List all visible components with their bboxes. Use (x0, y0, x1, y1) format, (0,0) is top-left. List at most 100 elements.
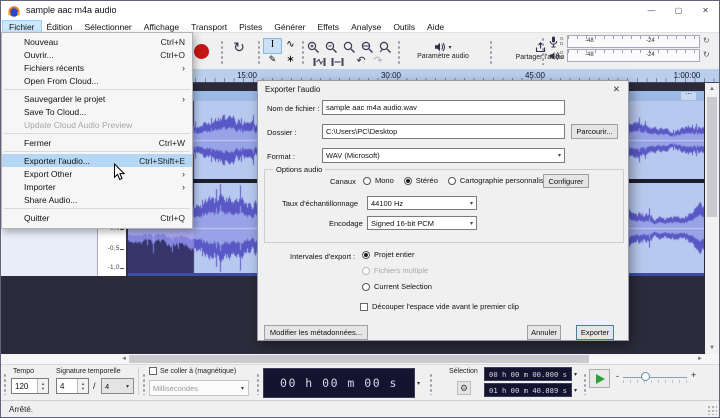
horizontal-scroll-thumb[interactable] (129, 355, 589, 363)
menu-item-fichiers-r-cents[interactable]: Fichiers récents › (2, 61, 192, 74)
menu-item-importer[interactable]: Importer › (2, 180, 192, 193)
menu-item-open-from-cloud[interactable]: Open From Cloud... (2, 74, 192, 87)
menu-item-fermer[interactable]: Fermer Ctrl+W (2, 136, 192, 149)
multi-tool-button[interactable]: ∗ (282, 54, 299, 68)
radio-option-st-r-o[interactable]: Stéréo (403, 176, 438, 185)
clip-overflow-button[interactable]: ⋯ (681, 91, 696, 100)
audio-setup-button[interactable]: ▾ Paramètre audio (402, 35, 484, 67)
zoom-out-icon[interactable] (325, 41, 338, 54)
menubar-item-édition[interactable]: Édition (41, 21, 79, 32)
snap-unit-dropdown[interactable]: Millisecondes ▾ (149, 380, 249, 396)
vertical-scrollbar[interactable]: ▲ ▼ (705, 83, 719, 354)
recording-meter[interactable]: -48 -24 (567, 35, 700, 48)
close-button[interactable]: ✕ (692, 1, 719, 21)
menu-item-quitter[interactable]: Quitter Ctrl+Q (2, 211, 192, 224)
radio-icon[interactable] (447, 176, 456, 185)
signature-lower-dropdown[interactable]: 4 ▾ (101, 378, 134, 394)
toolbar-grip[interactable] (220, 40, 225, 64)
zoom-in-icon[interactable] (307, 41, 320, 54)
snap-toggle[interactable]: Se coller à (magnétique) (149, 367, 236, 375)
selection-tool-button[interactable]: I (263, 38, 282, 54)
menu-item-nouveau[interactable]: Nouveau Ctrl+N (2, 35, 192, 48)
window-resize-grip[interactable] (707, 405, 717, 415)
menu-item-sauvegarder-le-projet[interactable]: Sauvegarder le projet › (2, 92, 192, 105)
export-button[interactable]: Exporter (576, 325, 614, 340)
filename-input[interactable]: sample aac m4a audio.wav (322, 100, 565, 115)
time-format-dropdown-icon[interactable]: ▾ (417, 380, 420, 387)
configure-button[interactable]: Configurer (543, 174, 589, 188)
radio-option-mono[interactable]: Mono (363, 176, 394, 185)
radio-icon[interactable] (403, 176, 412, 185)
menubar-item-aide[interactable]: Aide (421, 21, 450, 32)
selection-settings-gear-icon[interactable]: ⚙ (457, 381, 471, 395)
horizontal-scrollbar[interactable]: ◄ ► (1, 354, 719, 364)
folder-input[interactable]: C:\Users\PC\Desktop (322, 124, 565, 139)
trim-silence-toggle[interactable]: Découper l'espace vide avant le premier … (360, 302, 519, 311)
selection-start-display[interactable]: 00 h 00 m 00.000 s (484, 367, 572, 381)
dialog-close-icon[interactable]: ✕ (613, 84, 620, 95)
selection-end-display[interactable]: 01 h 00 m 40.889 s (484, 383, 572, 397)
redo-button[interactable]: ↷ (370, 54, 386, 67)
tempo-spinner[interactable]: 120 ▲ ▼ (11, 378, 49, 394)
sample-rate-dropdown[interactable]: 44100 Hz ▾ (367, 196, 477, 210)
play-at-speed-button[interactable] (589, 369, 610, 388)
menubar-item-fichier[interactable]: Fichier (2, 20, 42, 33)
radio-icon[interactable] (362, 250, 370, 259)
draw-tool-button[interactable]: ✎ (264, 54, 281, 68)
zoom-project-icon[interactable] (361, 41, 374, 54)
radio-option-projet-entier[interactable]: Projet entier (362, 250, 432, 259)
toolbar-grip[interactable] (301, 40, 306, 64)
toolbar-grip[interactable] (256, 373, 261, 395)
toolbar-grip[interactable] (583, 373, 588, 395)
toolbar-grip[interactable] (429, 373, 434, 395)
cancel-button[interactable]: Annuler (527, 325, 561, 340)
snap-checkbox[interactable] (149, 367, 157, 375)
loop-button[interactable]: ↻ (229, 39, 249, 56)
menubar-item-outils[interactable]: Outils (387, 21, 421, 32)
radio-icon[interactable] (362, 282, 370, 291)
menu-item-ouvrir[interactable]: Ouvrir... Ctrl+O (2, 48, 192, 61)
radio-option-current-selection[interactable]: Current Selection (362, 282, 432, 291)
selection-end-dropdown-icon[interactable]: ▾ (574, 387, 577, 394)
silence-selection-icon[interactable] (331, 57, 344, 67)
envelope-tool-button[interactable]: ∿ (282, 39, 299, 53)
menubar-item-générer[interactable]: Générer (268, 21, 311, 32)
toolbar-grip[interactable] (3, 373, 8, 395)
format-dropdown[interactable]: WAV (Microsoft) ▾ (322, 148, 565, 163)
signature-upper-spinner[interactable]: 4 ▲ ▼ (56, 378, 89, 394)
scroll-right-icon[interactable]: ► (696, 356, 704, 362)
menu-item-exporter-l-audio[interactable]: Exporter l'audio... Ctrl+Shift+E (2, 154, 192, 167)
undo-button[interactable]: ↶ (353, 54, 369, 67)
toolbar-grip[interactable] (142, 373, 147, 395)
menubar-item-sélectionner[interactable]: Sélectionner (79, 21, 138, 32)
scroll-left-icon[interactable]: ◄ (120, 356, 128, 362)
record-button[interactable] (193, 44, 209, 59)
speed-slider-thumb[interactable] (641, 372, 650, 381)
edit-metadata-button[interactable]: Modifier les métadonnées... (264, 325, 368, 340)
meter-reset-icon[interactable]: ↻ (703, 50, 710, 59)
zoom-toggle-icon[interactable] (379, 41, 392, 54)
menu-item-share-audio[interactable]: Share Audio... (2, 193, 192, 206)
speed-slider-track[interactable] (623, 377, 687, 378)
selection-start-dropdown-icon[interactable]: ▾ (574, 371, 577, 378)
radio-icon[interactable] (363, 176, 371, 185)
menubar-item-pistes[interactable]: Pistes (233, 21, 268, 32)
menubar-item-transport[interactable]: Transport (185, 21, 233, 32)
vertical-scroll-thumb[interactable] (707, 97, 717, 217)
meter-reset-icon[interactable]: ↻ (703, 36, 710, 45)
encoding-dropdown[interactable]: Signed 16-bit PCM ▾ (367, 216, 477, 230)
scroll-up-icon[interactable]: ▲ (705, 86, 719, 92)
radio-option-cartographie-personnalis-e[interactable]: Cartographie personnalisée (447, 176, 552, 185)
toolbar-grip[interactable] (257, 40, 262, 64)
browse-button[interactable]: Parcourir... (571, 124, 618, 139)
toolbar-grip[interactable] (541, 37, 546, 65)
playback-meter[interactable]: -48 -24 (567, 49, 700, 62)
minimize-button[interactable]: — (638, 1, 665, 21)
menu-item-save-to-cloud[interactable]: Save To Cloud... (2, 105, 192, 118)
menubar-item-effets[interactable]: Effets (311, 21, 345, 32)
scroll-down-icon[interactable]: ▼ (705, 345, 719, 351)
maximize-button[interactable]: ▢ (665, 1, 692, 21)
zoom-selection-icon[interactable] (343, 41, 356, 54)
menubar-item-affichage[interactable]: Affichage (138, 21, 185, 32)
trim-outside-selection-icon[interactable] (313, 57, 326, 67)
